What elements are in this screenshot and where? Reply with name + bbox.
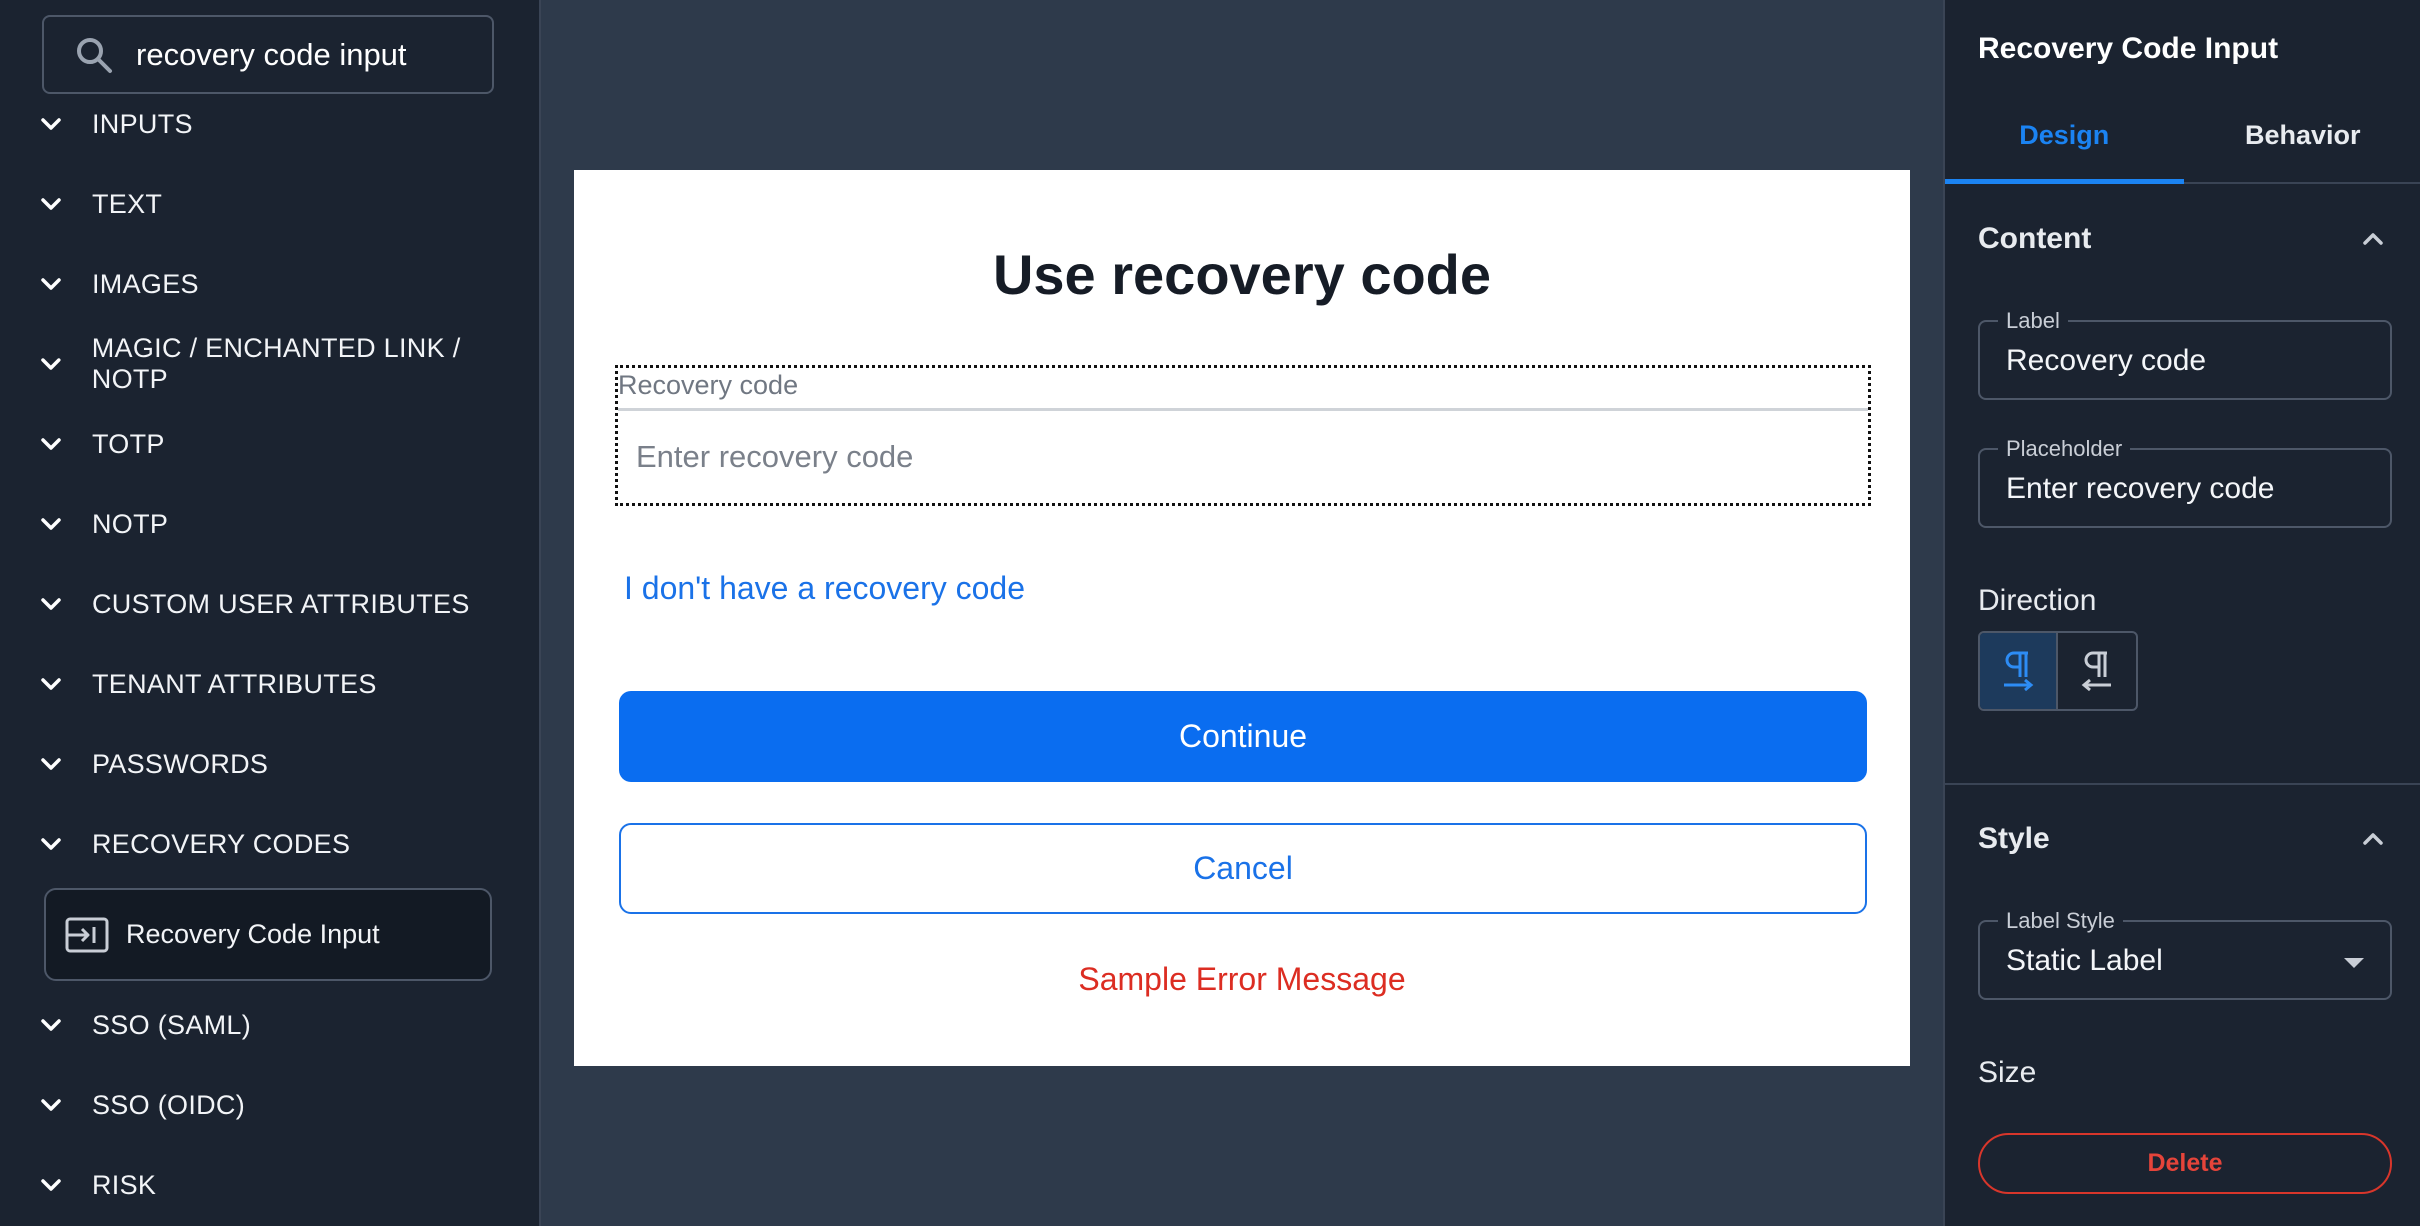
group-totp[interactable]: TOTP	[0, 404, 539, 484]
group-inputs[interactable]: INPUTS	[0, 84, 539, 164]
chevron-down-icon	[41, 598, 61, 610]
component-groups: INPUTS TEXT IMAGES MAGIC / ENCHANTED LIN…	[0, 84, 539, 1225]
chevron-down-icon	[41, 678, 61, 690]
group-label: TOTP	[92, 428, 165, 459]
component-recovery-code-input[interactable]: Recovery Code Input	[44, 888, 492, 981]
field-legend: Label Style	[1998, 908, 2123, 934]
page-title: Use recovery code	[992, 243, 1492, 306]
group-label: SSO (SAML)	[92, 1009, 252, 1040]
chevron-up-icon	[2363, 233, 2383, 245]
chevron-down-icon	[41, 1099, 61, 1111]
group-label: NOTP	[92, 508, 169, 539]
ltr-icon	[2004, 651, 2034, 692]
group-label: RISK	[92, 1169, 157, 1200]
group-magic-link[interactable]: MAGIC / ENCHANTED LINK / NOTP	[0, 324, 539, 404]
field-value: Recovery code	[2006, 344, 2207, 377]
group-label: RECOVERY CODES	[92, 828, 351, 859]
group-tenant-attributes[interactable]: TENANT ATTRIBUTES	[0, 644, 539, 724]
group-images[interactable]: IMAGES	[0, 244, 539, 324]
group-recovery-codes[interactable]: RECOVERY CODES	[0, 804, 539, 884]
no-recovery-code-link[interactable]: I don't have a recovery code	[624, 570, 1025, 607]
group-text[interactable]: TEXT	[0, 164, 539, 244]
chevron-down-icon	[41, 1179, 61, 1191]
recovery-code-input[interactable]	[618, 408, 1868, 503]
dropdown-arrow-icon	[2344, 958, 2364, 968]
group-label: INPUTS	[92, 108, 193, 139]
tab-behavior[interactable]: Behavior	[2184, 100, 2420, 182]
chevron-down-icon	[41, 358, 61, 370]
group-passwords[interactable]: PASSWORDS	[0, 724, 539, 804]
group-label: MAGIC / ENCHANTED LINK / NOTP	[91, 333, 461, 394]
content-section-header[interactable]: Content	[1978, 222, 2388, 256]
group-label: SSO (OIDC)	[92, 1089, 246, 1120]
chevron-down-icon	[41, 838, 61, 850]
chevron-down-icon	[41, 438, 61, 450]
rtl-button[interactable]	[2058, 633, 2136, 709]
group-custom-user-attributes[interactable]: CUSTOM USER ATTRIBUTES	[0, 564, 539, 644]
field-label: Recovery code	[618, 370, 799, 400]
component-label: Recovery Code Input	[126, 919, 380, 949]
recovery-code-field[interactable]: Recovery code	[615, 365, 1871, 506]
group-sso-oidc[interactable]: SSO (OIDC)	[0, 1065, 539, 1145]
chevron-down-icon	[41, 118, 61, 130]
group-risk[interactable]: RISK	[0, 1145, 539, 1225]
search-icon	[77, 37, 112, 73]
rtl-icon	[2081, 651, 2111, 692]
delete-button[interactable]: Delete	[1978, 1133, 2392, 1194]
section-title: Content	[1978, 222, 2092, 255]
label-style-select[interactable]: Label Style Static Label	[1978, 908, 2392, 1000]
label-field[interactable]: Label Recovery code	[1978, 308, 2392, 400]
continue-button[interactable]: Continue	[619, 691, 1867, 782]
group-sso-saml[interactable]: SSO (SAML)	[0, 985, 539, 1065]
field-value: Enter recovery code	[2006, 472, 2275, 505]
select-value: Static Label	[2006, 944, 2163, 977]
group-label: IMAGES	[92, 268, 199, 299]
cancel-button[interactable]: Cancel	[619, 823, 1867, 914]
group-label: TEXT	[92, 188, 163, 219]
chevron-down-icon	[41, 1019, 61, 1031]
section-divider	[1945, 783, 2420, 785]
placeholder-field[interactable]: Placeholder Enter recovery code	[1978, 436, 2392, 528]
chevron-down-icon	[41, 198, 61, 210]
size-label: Size	[1978, 1056, 2037, 1089]
chevron-up-icon	[2363, 833, 2383, 845]
group-label: TENANT ATTRIBUTES	[92, 668, 377, 699]
group-label: PASSWORDS	[92, 748, 269, 779]
field-legend: Placeholder	[1998, 436, 2131, 462]
field-legend: Label	[1998, 308, 2068, 334]
group-label: CUSTOM USER ATTRIBUTES	[92, 588, 470, 619]
chevron-down-icon	[41, 758, 61, 770]
error-message: Sample Error Message	[1078, 961, 1406, 997]
input-component-icon	[65, 917, 109, 952]
properties-panel: Recovery Code Input Design Behavior Cont…	[1943, 0, 2420, 1226]
section-title: Style	[1978, 822, 2050, 855]
panel-title: Recovery Code Input	[1978, 32, 2279, 65]
chevron-down-icon	[41, 518, 61, 530]
tab-design[interactable]: Design	[1945, 100, 2184, 184]
style-section-header[interactable]: Style	[1978, 822, 2388, 856]
component-search[interactable]	[42, 15, 494, 94]
component-sidebar: INPUTS TEXT IMAGES MAGIC / ENCHANTED LIN…	[0, 0, 541, 1226]
screen-preview-card: Use recovery code Recovery code I don't …	[574, 170, 1910, 1066]
direction-toggle	[1978, 631, 2138, 711]
chevron-down-icon	[41, 278, 61, 290]
group-notp[interactable]: NOTP	[0, 484, 539, 564]
ltr-button[interactable]	[1980, 633, 2058, 709]
direction-label: Direction	[1978, 584, 2097, 617]
panel-tabs: Design Behavior	[1945, 100, 2420, 184]
search-input[interactable]	[136, 36, 456, 73]
